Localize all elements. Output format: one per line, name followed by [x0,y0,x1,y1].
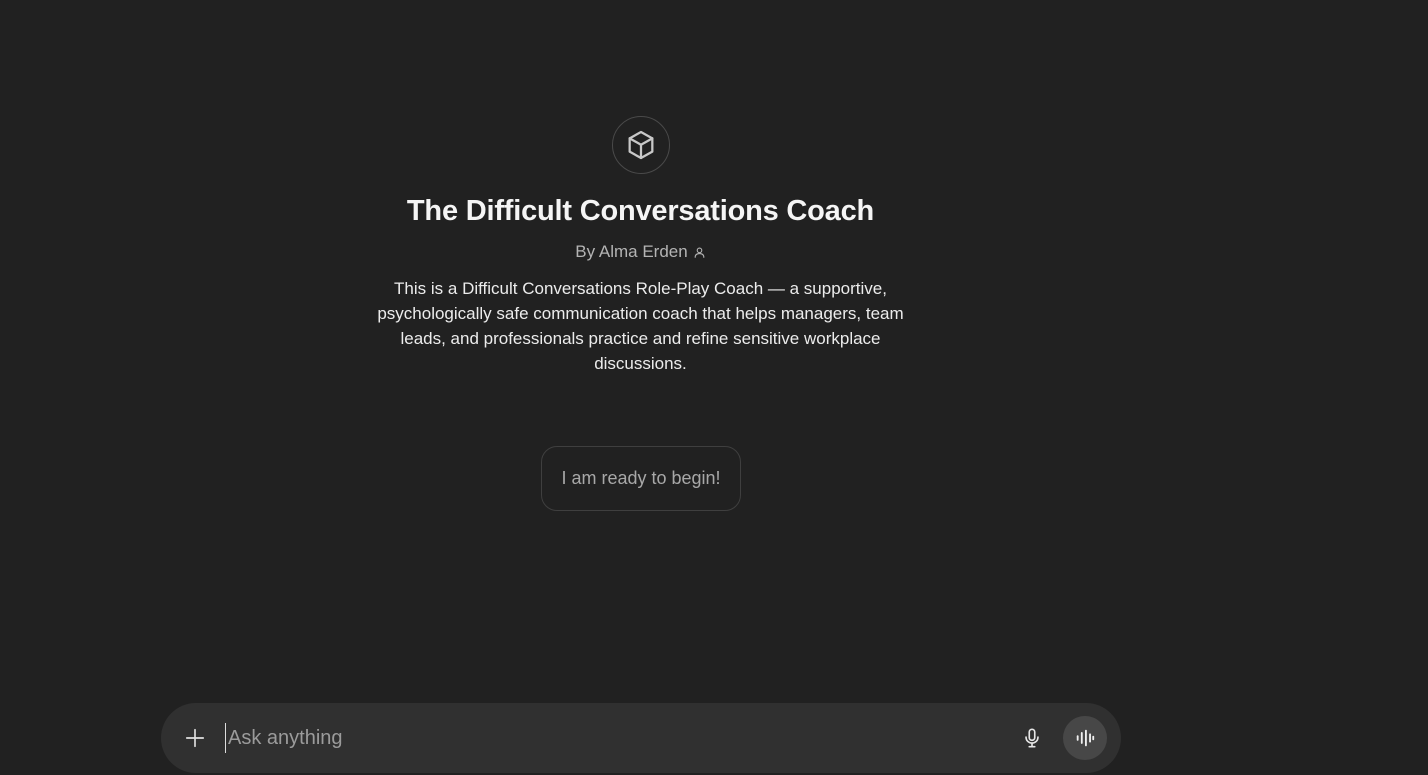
gpt-description: This is a Difficult Conversations Role-P… [377,279,904,373]
plus-icon [185,728,205,748]
composer [161,703,1121,773]
gpt-avatar [611,116,670,174]
cube-icon [628,130,653,160]
gpt-author[interactable]: By Alma Erden [575,242,705,262]
chat-page: The Difficult Conversations Coach By Alm… [0,0,1428,775]
conversation-starter-label: I am ready to begin! [561,468,721,488]
message-input[interactable] [225,723,998,753]
author-name: By Alma Erden [575,242,688,261]
voice-mode-button[interactable] [1063,716,1107,760]
add-attachment-button[interactable] [179,722,211,754]
dictate-button[interactable] [1017,723,1047,753]
microphone-icon [1025,728,1039,748]
gpt-title: The Difficult Conversations Coach [406,195,875,227]
person-icon [694,247,705,258]
conversation-starter-button[interactable]: I am ready to begin! [541,446,741,511]
voice-waveform-icon [1076,729,1095,747]
gpt-header: The Difficult Conversations Coach By Alm… [0,0,1281,376]
